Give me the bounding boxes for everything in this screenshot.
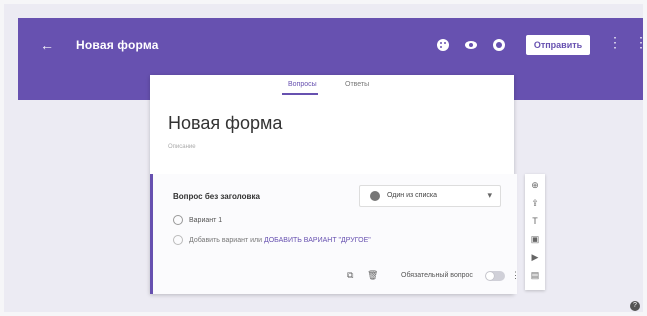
duplicate-icon[interactable]: ⧉	[347, 270, 353, 281]
tab-questions[interactable]: Вопросы	[288, 81, 317, 88]
app-window: ← Новая форма Отправить ⋮ ⋮ Вопросы Отве…	[0, 0, 647, 316]
or-text: или	[250, 236, 263, 244]
option-row[interactable]: Вариант 1	[173, 215, 222, 225]
send-button[interactable]: Отправить	[526, 35, 590, 55]
settings-gear-icon[interactable]	[492, 38, 506, 52]
required-label: Обязательный вопрос	[401, 272, 473, 279]
question-card[interactable]: Вопрос без заголовка Один из списка ▾ Ва…	[150, 174, 520, 294]
more-vert-icon[interactable]: ⋮	[511, 270, 520, 281]
form-card: Вопросы Ответы Новая форма Описание Вопр…	[150, 75, 520, 294]
document-title[interactable]: Новая форма	[76, 38, 159, 52]
add-option-text[interactable]: Добавить вариант	[189, 237, 248, 244]
add-video-icon[interactable]: ▶	[530, 252, 540, 262]
help-icon[interactable]: ?	[630, 301, 640, 311]
floating-toolbar: ⊕ ⇪ T ▣ ▶ ▤	[525, 174, 545, 290]
import-questions-icon[interactable]: ⇪	[530, 198, 540, 208]
form-description-field[interactable]: Описание	[168, 144, 196, 150]
question-title-field[interactable]: Вопрос без заголовка	[173, 192, 260, 201]
radio-button-icon	[370, 191, 380, 201]
option-label[interactable]: Вариант 1	[189, 217, 222, 224]
more-vert-icon[interactable]: ⋮	[608, 34, 622, 51]
radio-circle-icon	[173, 235, 183, 245]
active-tab-indicator	[282, 93, 318, 95]
required-toggle[interactable]	[485, 271, 505, 281]
back-arrow-icon[interactable]: ←	[40, 38, 54, 52]
preview-eye-icon[interactable]	[464, 38, 478, 52]
overflow-icon[interactable]: ⋮	[634, 34, 647, 51]
question-footer: ⧉ 🗑 Обязательный вопрос ⋮	[343, 270, 520, 284]
add-title-icon[interactable]: T	[530, 216, 540, 226]
radio-circle-icon	[173, 215, 183, 225]
form-title-field[interactable]: Новая форма	[168, 113, 282, 134]
dropdown-caret-icon: ▾	[487, 190, 492, 200]
add-question-icon[interactable]: ⊕	[530, 180, 540, 190]
palette-icon[interactable]	[436, 38, 450, 52]
add-other-link[interactable]: ДОБАВИТЬ ВАРИАНТ "ДРУГОЕ"	[264, 237, 371, 244]
question-type-label: Один из списка	[387, 192, 437, 199]
delete-icon[interactable]: 🗑	[367, 270, 378, 281]
add-option-row[interactable]: Добавить вариант или ДОБАВИТЬ ВАРИАНТ "Д…	[173, 235, 371, 245]
question-type-dropdown[interactable]: Один из списка ▾	[359, 185, 501, 207]
add-image-icon[interactable]: ▣	[530, 234, 540, 244]
tab-answers[interactable]: Ответы	[345, 81, 369, 88]
add-section-icon[interactable]: ▤	[530, 270, 540, 280]
